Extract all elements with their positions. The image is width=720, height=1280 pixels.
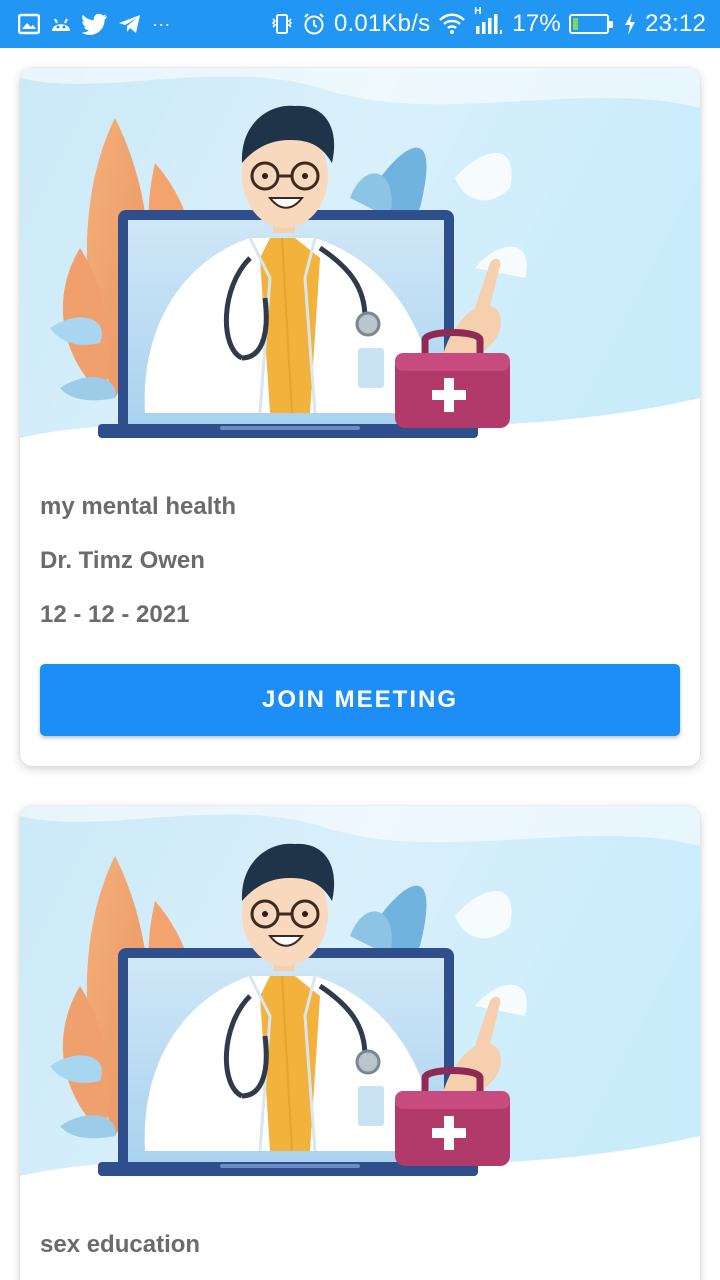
cell-signal-icon: H bbox=[474, 6, 504, 36]
status-bar-left: ··· bbox=[18, 13, 171, 35]
meeting-card: my mental health Dr. Timz Owen 12 - 12 -… bbox=[20, 68, 700, 766]
meeting-title: sex education bbox=[40, 1231, 201, 1258]
telegram-icon bbox=[118, 13, 142, 35]
meeting-card-body: sex education bbox=[20, 1206, 700, 1260]
wifi-icon bbox=[438, 13, 466, 35]
vibrate-icon bbox=[270, 12, 294, 36]
network-speed: 0.01Kb/s bbox=[333, 10, 431, 37]
alarm-icon bbox=[302, 12, 326, 36]
doctor-name: Dr. Timz Owen bbox=[40, 547, 205, 574]
meetings-feed[interactable]: my mental health Dr. Timz Owen 12 - 12 -… bbox=[0, 48, 720, 1280]
charging-bolt-icon bbox=[623, 12, 637, 36]
meeting-title: my mental health bbox=[40, 493, 237, 520]
meeting-card: sex education bbox=[20, 806, 700, 1280]
doctor-illustration-image bbox=[20, 68, 700, 468]
status-bar-right: 0.01Kb/s H 17% 23:12 bbox=[270, 6, 706, 38]
battery-percent: 17% bbox=[512, 10, 561, 37]
join-meeting-button[interactable]: JOIN MEETING bbox=[40, 664, 680, 736]
meeting-date: 12 - 12 - 2021 bbox=[40, 601, 190, 628]
gallery-icon bbox=[18, 13, 40, 35]
status-bar: ··· 0.01Kb/s H 17% 23:12 bbox=[0, 0, 720, 48]
signal-type-label: H bbox=[474, 6, 482, 17]
clock-time: 23:12 bbox=[644, 10, 706, 37]
android-icon bbox=[50, 13, 72, 35]
doctor-illustration-image bbox=[20, 806, 700, 1206]
battery-icon bbox=[568, 14, 613, 34]
battery-level-fill bbox=[572, 18, 579, 30]
meeting-card-body: my mental health Dr. Timz Owen 12 - 12 -… bbox=[20, 468, 700, 736]
twitter-icon bbox=[82, 13, 108, 35]
more-notifications-icon: ··· bbox=[152, 13, 171, 34]
